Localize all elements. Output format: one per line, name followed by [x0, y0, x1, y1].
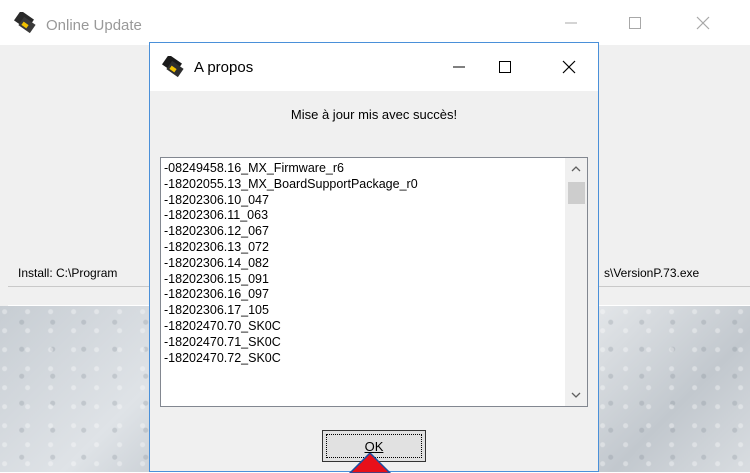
chevron-up-icon	[571, 166, 581, 172]
scroll-up-button[interactable]	[565, 158, 587, 180]
list-items: -08249458.16_MX_Firmware_r6 -18202055.13…	[164, 161, 562, 366]
install-path-label: Install: C:\Program	[18, 266, 118, 280]
background-window-title: Online Update	[46, 17, 142, 34]
list-item[interactable]: -18202306.16_097	[164, 287, 562, 303]
list-item[interactable]: -18202055.13_MX_BoardSupportPackage_r0	[164, 177, 562, 193]
background-maximize-button[interactable]	[612, 0, 658, 45]
close-icon	[696, 16, 710, 29]
success-message: Mise à jour mis avec succès!	[290, 107, 458, 122]
list-item[interactable]: -18202306.17_105	[164, 303, 562, 319]
install-path-tail: s\VersionP.73.exe	[604, 266, 700, 280]
close-icon	[562, 60, 576, 74]
ok-button-label: OK	[364, 438, 384, 454]
scroll-down-button[interactable]	[565, 384, 587, 406]
updated-components-list[interactable]: -08249458.16_MX_Firmware_r6 -18202055.13…	[160, 157, 588, 407]
background-close-button[interactable]	[680, 0, 726, 45]
background-titlebar: Online Update	[0, 0, 750, 45]
dialog-maximize-button[interactable]	[482, 43, 528, 91]
maximize-icon	[499, 61, 511, 73]
list-item[interactable]: -18202306.10_047	[164, 193, 562, 209]
list-item[interactable]: -18202306.11_063	[164, 208, 562, 224]
dialog-title: A propos	[194, 59, 254, 76]
list-item[interactable]: -18202306.13_072	[164, 240, 562, 256]
vertical-scrollbar[interactable]	[565, 158, 587, 406]
app-icon	[162, 56, 184, 78]
dialog-titlebar[interactable]: A propos	[150, 43, 598, 91]
red-arrow-icon	[348, 453, 392, 473]
list-item[interactable]: -18202470.72_SK0C	[164, 351, 562, 367]
list-item[interactable]: -18202470.71_SK0C	[164, 335, 562, 351]
about-dialog: A propos Mise à jour mis avec succès! -0…	[149, 42, 599, 473]
list-item[interactable]: -18202470.70_SK0C	[164, 319, 562, 335]
list-item[interactable]: -08249458.16_MX_Firmware_r6	[164, 161, 562, 177]
background-minimize-button[interactable]	[548, 0, 594, 45]
minimize-icon	[565, 22, 577, 23]
list-item[interactable]: -18202306.12_067	[164, 224, 562, 240]
app-icon	[14, 12, 36, 34]
minimize-icon	[453, 66, 465, 68]
dialog-close-button[interactable]	[546, 43, 592, 91]
chevron-down-icon	[571, 392, 581, 398]
scrollbar-thumb[interactable]	[568, 182, 585, 204]
maximize-icon	[629, 16, 641, 29]
dialog-minimize-button[interactable]	[436, 43, 482, 91]
list-item[interactable]: -18202306.14_082	[164, 256, 562, 272]
list-item[interactable]: -18202306.15_091	[164, 272, 562, 288]
